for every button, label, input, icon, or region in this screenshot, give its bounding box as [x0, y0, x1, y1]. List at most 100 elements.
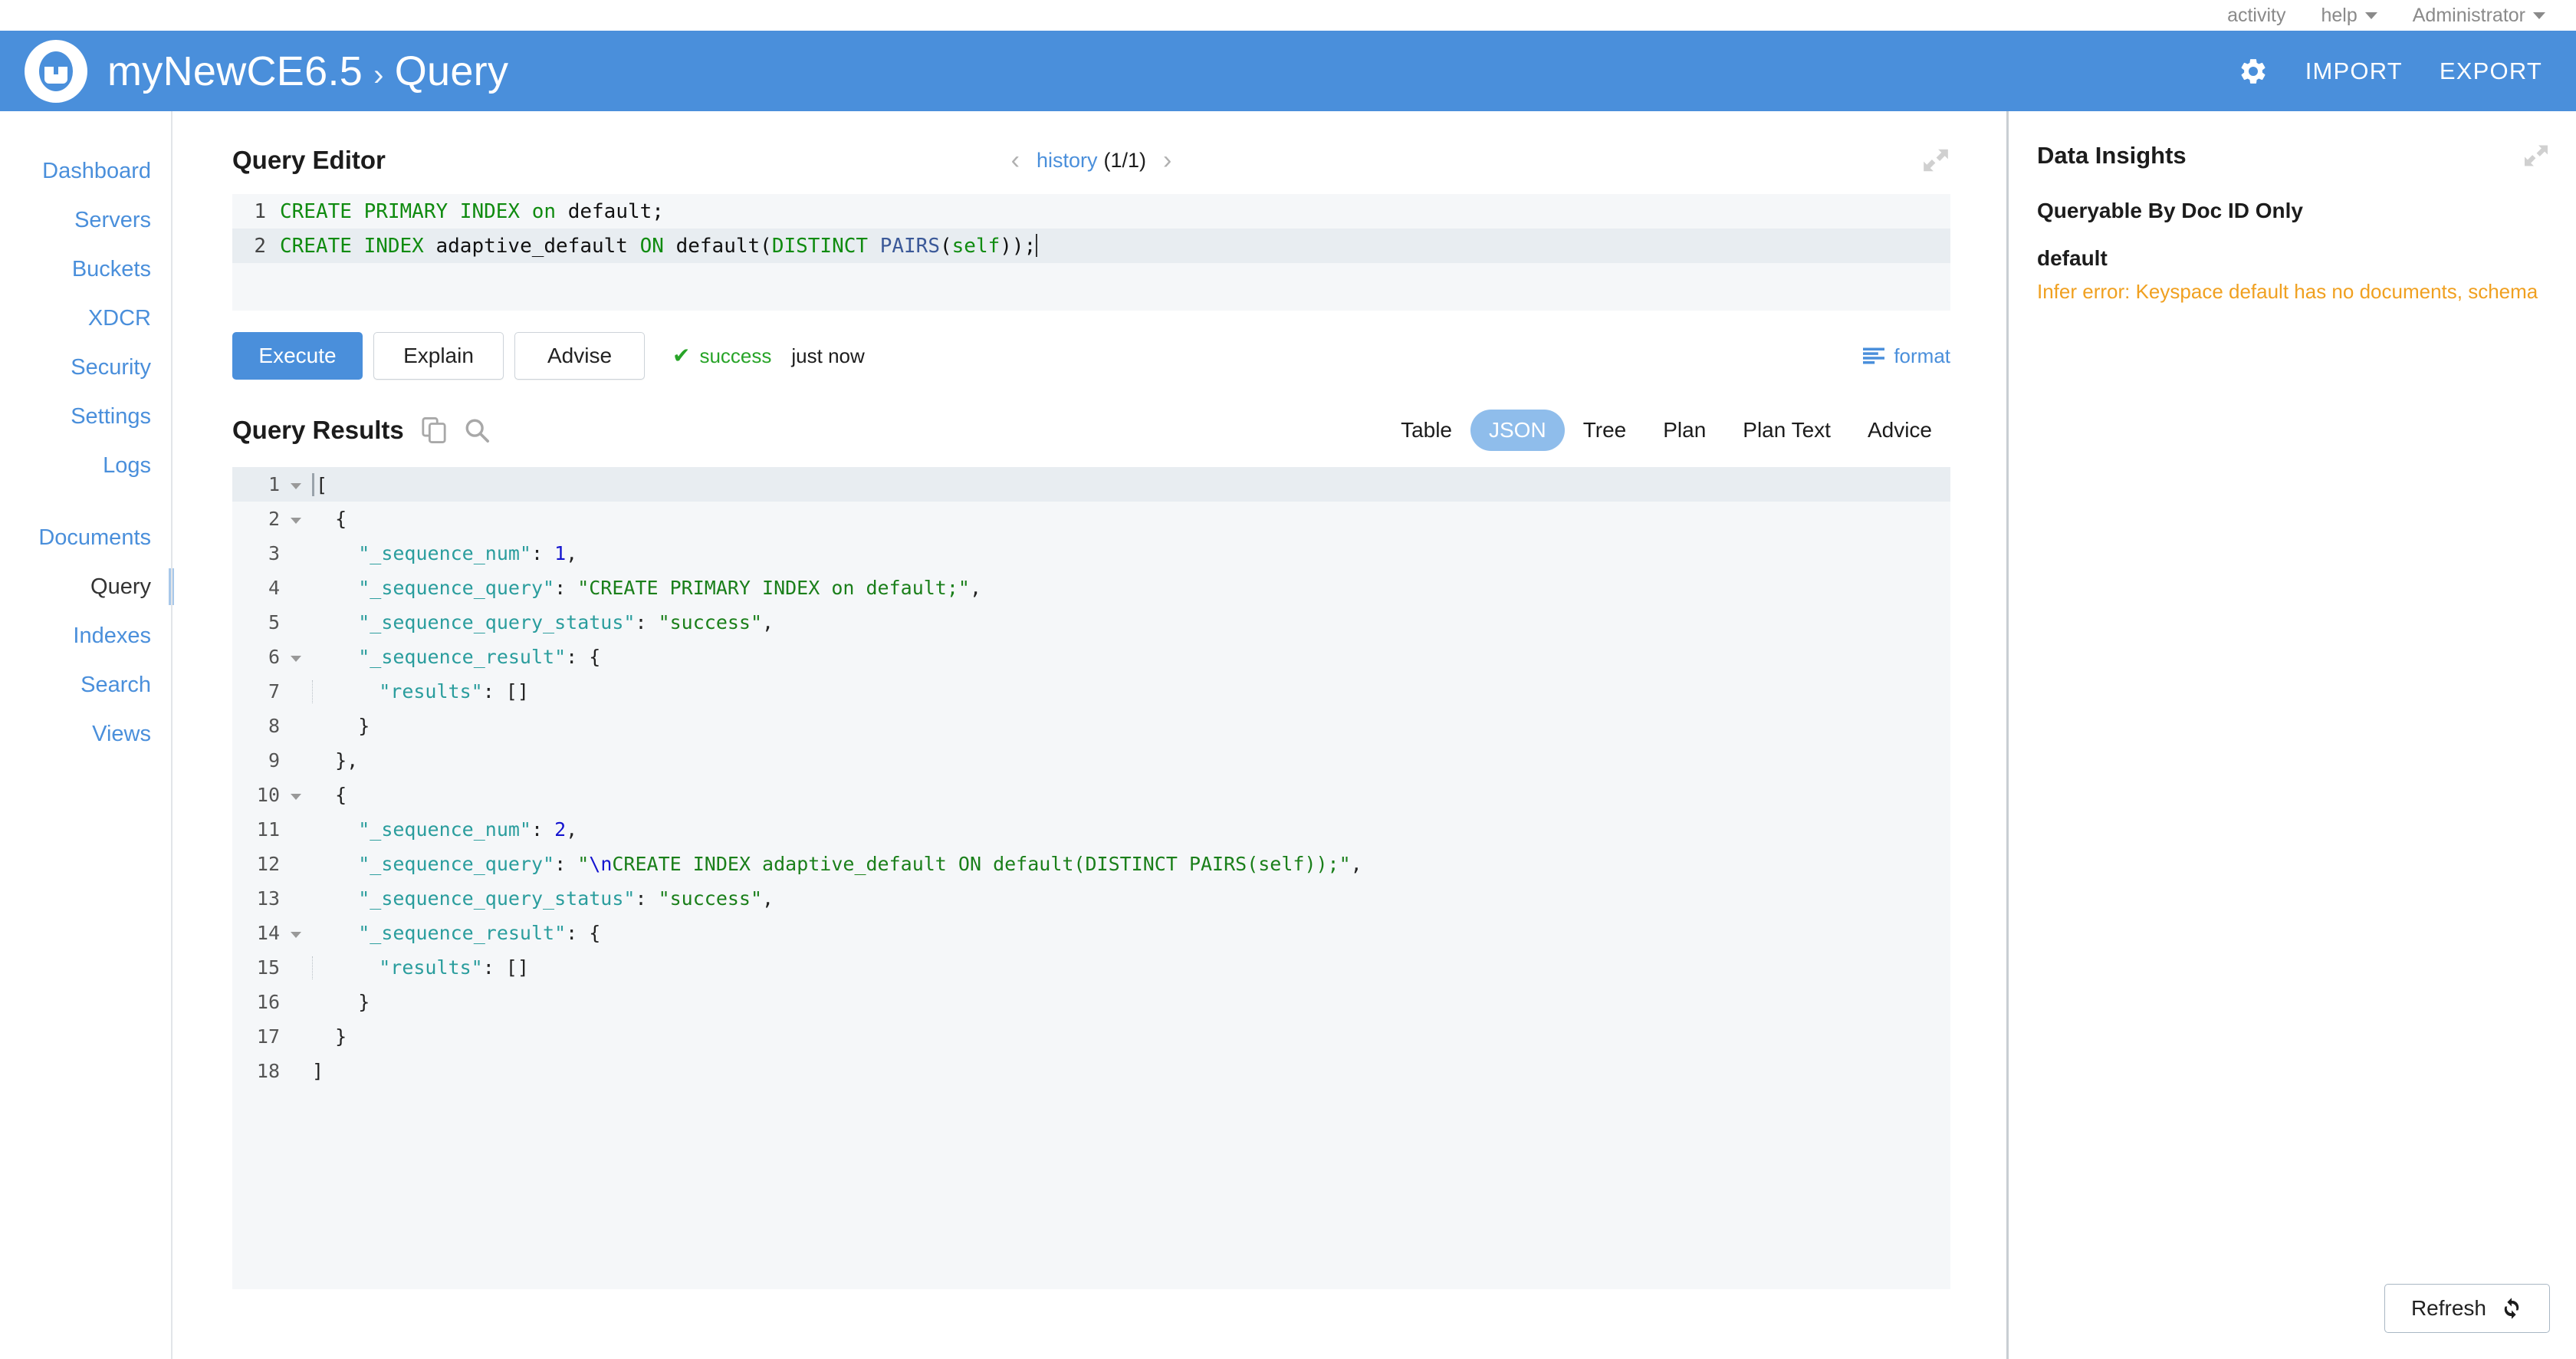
- json-line-code: "_sequence_query_status": "success",: [358, 887, 774, 910]
- status-text: success: [699, 344, 772, 367]
- gear-icon[interactable]: [2238, 56, 2269, 87]
- json-line-number: 5: [268, 611, 280, 633]
- json-line: 6 "_sequence_result": {: [232, 640, 1950, 674]
- tab-json[interactable]: JSON: [1470, 410, 1565, 451]
- query-status: ✔ success just now: [672, 344, 865, 368]
- indent-guide: [312, 680, 313, 703]
- success-check-icon: ✔: [672, 344, 691, 367]
- json-line-code: "_sequence_query_status": "success",: [358, 611, 774, 633]
- editor-line: 1 CREATE PRIMARY INDEX on default;: [232, 194, 1950, 229]
- data-insights-header: Data Insights: [2037, 142, 2550, 169]
- sidebar-item-security[interactable]: Security: [0, 343, 172, 392]
- json-line-number: 17: [256, 1025, 280, 1048]
- json-line: 16 }: [232, 985, 1950, 1019]
- json-line: 18]: [232, 1054, 1950, 1088]
- advise-button[interactable]: Advise: [514, 332, 645, 380]
- json-line-code: }: [335, 1025, 347, 1048]
- tab-advice[interactable]: Advice: [1849, 410, 1950, 451]
- expand-insights-icon[interactable]: [2522, 142, 2550, 169]
- chevron-down-icon: [2533, 12, 2545, 19]
- sidebar-item-query[interactable]: Query: [0, 562, 174, 611]
- query-results-header: Query Results Table JSON Tree Plan Plan Text…: [232, 406, 1950, 455]
- json-results-viewer[interactable]: 1[2 {3 "_sequence_num": 1, 4 "_sequence_q…: [232, 467, 1950, 1289]
- fold-toggle-icon[interactable]: [286, 929, 306, 938]
- sidebar-item-servers[interactable]: Servers: [0, 196, 172, 245]
- result-view-tabs: Table JSON Tree Plan Plan Text Advice: [1382, 410, 1950, 451]
- sidebar-item-indexes[interactable]: Indexes: [0, 611, 172, 660]
- tab-plan[interactable]: Plan: [1644, 410, 1724, 451]
- json-line: 8 }: [232, 709, 1950, 743]
- refresh-label: Refresh: [2410, 1296, 2486, 1320]
- text-cursor: [1036, 234, 1038, 257]
- sidebar-item-views[interactable]: Views: [0, 709, 172, 758]
- refresh-button[interactable]: Refresh: [2384, 1284, 2550, 1333]
- activity-label: activity: [2227, 4, 2286, 26]
- format-button[interactable]: format: [1863, 344, 1950, 368]
- expand-editor-icon[interactable]: [1921, 146, 1950, 175]
- format-lines-icon: [1863, 347, 1885, 364]
- tab-tree[interactable]: Tree: [1565, 410, 1645, 451]
- data-insights-panel: Data Insights Queryable By Doc ID Only d…: [2011, 111, 2576, 1359]
- json-line-number: 1: [268, 473, 280, 495]
- tab-plan-text[interactable]: Plan Text: [1724, 410, 1849, 451]
- fold-toggle-icon[interactable]: [286, 653, 306, 662]
- json-line-number: 16: [256, 991, 280, 1013]
- json-line: 11 "_sequence_num": 2,: [232, 812, 1950, 847]
- export-button[interactable]: EXPORT: [2440, 58, 2542, 85]
- account-label: Administrator: [2412, 4, 2525, 26]
- json-line-number: 11: [256, 818, 280, 841]
- app-header: myNewCE6.5 › Query IMPORT EXPORT: [0, 31, 2576, 111]
- breadcrumb: myNewCE6.5 › Query: [107, 48, 508, 95]
- history-label[interactable]: history: [1037, 149, 1098, 173]
- main-content: Query Editor ‹ history (1/1) › 1 CREATE P…: [174, 111, 2009, 1359]
- text-cursor: [312, 472, 314, 496]
- couchbase-query-app: activity help Administrator myNewCE6.5 ›…: [0, 0, 2576, 1359]
- fold-toggle-icon[interactable]: [286, 480, 306, 489]
- json-line-number: 4: [268, 577, 280, 599]
- json-line-code: "_sequence_query": "\nCREATE INDEX adapt…: [358, 853, 1362, 875]
- editor-line: 2 CREATE INDEX adaptive_default ON defaul…: [232, 229, 1950, 263]
- execute-button[interactable]: Execute: [232, 332, 363, 380]
- help-menu[interactable]: help: [2321, 5, 2377, 27]
- fold-toggle-icon[interactable]: [286, 791, 306, 800]
- sidebar-item-dashboard[interactable]: Dashboard: [0, 146, 172, 196]
- sidebar-item-xdcr[interactable]: XDCR: [0, 294, 172, 343]
- json-line-code: "_sequence_num": 1,: [358, 542, 578, 564]
- editor-line-number: 1: [254, 199, 266, 223]
- json-line: 2 {: [232, 502, 1950, 536]
- sidebar-item-buckets[interactable]: Buckets: [0, 245, 172, 294]
- account-menu[interactable]: Administrator: [2413, 5, 2545, 27]
- cluster-name: myNewCE6.5: [107, 48, 363, 94]
- sidebar-item-documents[interactable]: Documents: [0, 513, 172, 562]
- history-count: (1/1): [1103, 148, 1147, 172]
- history-nav: ‹ history (1/1) ›: [174, 133, 2009, 188]
- tab-table[interactable]: Table: [1382, 410, 1470, 451]
- json-line-code: "results": []: [306, 956, 529, 979]
- history-next-icon[interactable]: ›: [1163, 147, 1171, 173]
- search-icon[interactable]: [447, 417, 490, 443]
- fold-toggle-icon[interactable]: [286, 515, 306, 524]
- explain-button[interactable]: Explain: [373, 332, 504, 380]
- activity-link[interactable]: activity: [2227, 5, 2285, 27]
- sidebar-item-logs[interactable]: Logs: [0, 441, 172, 490]
- copy-icon[interactable]: [404, 417, 447, 443]
- sidebar-item-settings[interactable]: Settings: [0, 392, 172, 441]
- query-editor-title: Query Editor: [232, 146, 386, 174]
- breadcrumb-separator: ›: [373, 58, 384, 92]
- sidebar-item-search[interactable]: Search: [0, 660, 172, 709]
- json-line: 10 {: [232, 778, 1950, 812]
- status-timestamp: just now: [791, 344, 865, 367]
- query-editor-input[interactable]: 1 CREATE PRIMARY INDEX on default; 2 CREATE…: [232, 194, 1950, 311]
- history-prev-icon[interactable]: ‹: [1011, 147, 1020, 173]
- json-line-number: 15: [256, 956, 280, 979]
- import-button[interactable]: IMPORT: [2305, 58, 2403, 85]
- json-line-code: },: [335, 749, 359, 772]
- json-line-number: 13: [256, 887, 280, 910]
- json-line: 4 "_sequence_query": "CREATE PRIMARY IND…: [232, 571, 1950, 605]
